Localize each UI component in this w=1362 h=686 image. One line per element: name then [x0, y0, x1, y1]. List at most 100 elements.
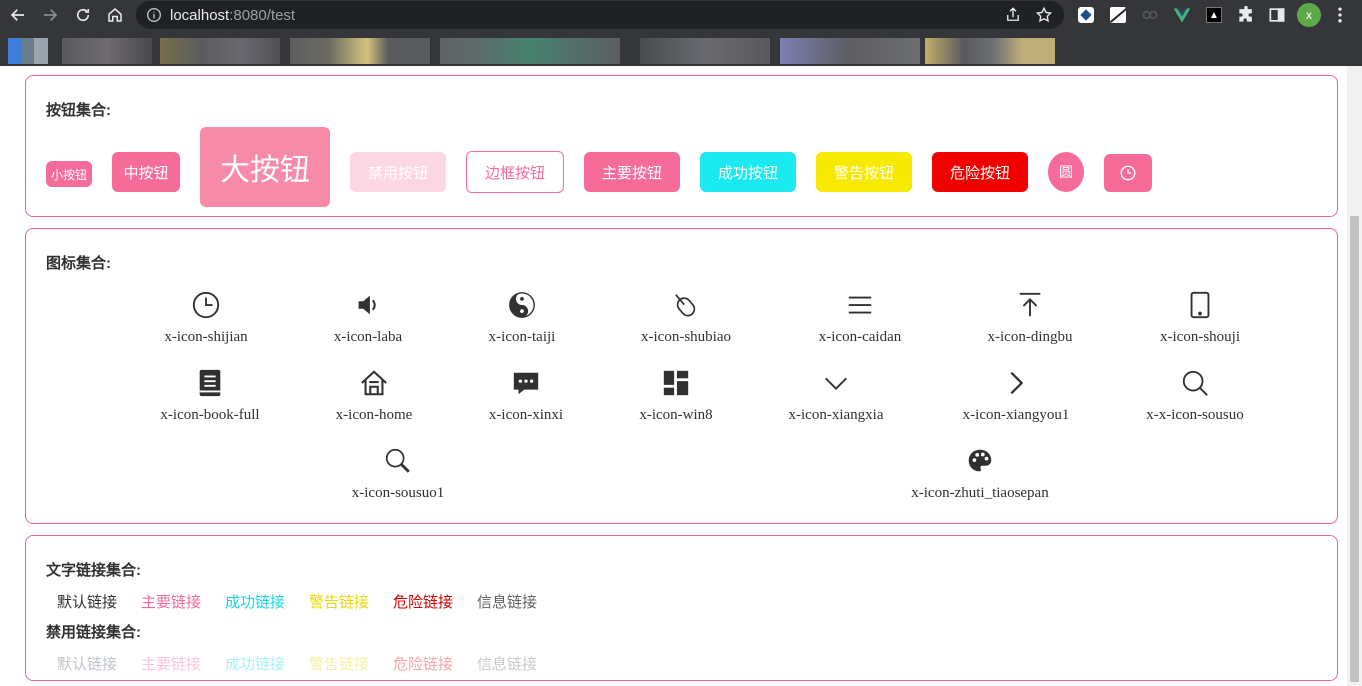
icon-label: x-icon-xiangxia: [788, 407, 884, 423]
phone-icon: [1184, 289, 1216, 321]
info-link-disabled: 信息链接: [477, 656, 538, 673]
extension-3-icon[interactable]: [1140, 5, 1160, 25]
bookmark-item[interactable]: [160, 38, 280, 64]
warning-link[interactable]: 警告链接: [309, 591, 369, 612]
round-button[interactable]: 圆: [1048, 152, 1084, 192]
browser-toolbar: localhost:8080/test ▲ x: [0, 0, 1362, 30]
icon-cell: x-icon-shubiao: [596, 289, 776, 353]
extension-1-icon[interactable]: [1076, 5, 1096, 25]
disabled-links-title: 禁用链接集合:: [46, 624, 141, 641]
icon-cell: x-icon-taiji: [432, 289, 612, 353]
bookmarks-bar: [0, 30, 1362, 66]
icon-button[interactable]: [1104, 154, 1152, 192]
windows-tiles-icon: [660, 367, 692, 399]
danger-link[interactable]: 危险链接: [393, 591, 453, 612]
large-button[interactable]: 大按钮: [200, 127, 330, 207]
vue-devtools-icon[interactable]: [1172, 5, 1192, 25]
scrollbar-thumb[interactable]: [1350, 216, 1359, 682]
extension-5-icon[interactable]: ▲: [1204, 5, 1224, 25]
icon-label: x-icon-taiji: [488, 329, 556, 345]
back-icon[interactable]: [8, 5, 28, 25]
default-link[interactable]: 默认链接: [57, 591, 117, 612]
medium-button[interactable]: 中按钮: [112, 152, 180, 192]
extensions-puzzle-icon[interactable]: [1236, 5, 1256, 25]
search-icon: [1179, 367, 1211, 399]
reload-icon[interactable]: [73, 5, 93, 25]
message-icon: [510, 367, 542, 399]
url-text[interactable]: localhost:8080/test: [170, 7, 295, 24]
page-scrollbar[interactable]: [1347, 66, 1362, 686]
icon-cell: x-icon-shouji: [1110, 289, 1290, 353]
address-bar[interactable]: localhost:8080/test: [136, 1, 1064, 29]
share-icon[interactable]: [1004, 6, 1022, 24]
clock-icon: [190, 289, 222, 321]
icon-cell: x-x-icon-sousuo: [1105, 367, 1285, 431]
search-alt-icon: [382, 445, 414, 477]
icon-label: x-icon-shijian: [164, 329, 248, 345]
icon-label: x-icon-zhuti_tiaosepan: [911, 485, 1049, 501]
icon-label: x-icon-sousuo1: [351, 485, 445, 501]
primary-link[interactable]: 主要链接: [141, 591, 201, 612]
icon-label: x-icon-laba: [333, 329, 403, 345]
links-section-title: 文字链接集合:: [46, 562, 141, 579]
icon-label: x-icon-dingbu: [987, 329, 1073, 345]
bookmark-item[interactable]: [62, 38, 152, 64]
mini-button[interactable]: 小按钮: [46, 161, 92, 187]
chevron-right-icon: [1000, 367, 1032, 399]
bookmark-star-icon[interactable]: [1035, 6, 1053, 24]
chevron-down-icon: [820, 367, 852, 399]
mouse-icon: [670, 289, 702, 321]
icon-label: x-icon-book-full: [160, 407, 260, 423]
icon-cell: x-icon-laba: [278, 289, 458, 353]
success-link[interactable]: 成功链接: [225, 591, 285, 612]
primary-link-disabled: 主要链接: [141, 656, 202, 673]
browser-chrome: localhost:8080/test ▲ x: [0, 0, 1362, 66]
extension-2-icon[interactable]: [1108, 5, 1128, 25]
bookmark-item[interactable]: [440, 38, 620, 64]
forward-icon[interactable]: [40, 5, 60, 25]
clock-icon: [1119, 164, 1137, 182]
warning-button[interactable]: 警告按钮: [816, 152, 912, 192]
bookmark-item[interactable]: [8, 38, 48, 64]
icon-cell: x-icon-xiangyou1: [926, 367, 1106, 431]
book-icon: [194, 367, 226, 399]
warning-link-disabled: 警告链接: [309, 656, 370, 673]
icon-cell: x-icon-shijian: [116, 289, 296, 353]
danger-button[interactable]: 危险按钮: [932, 152, 1028, 192]
home-nav-icon[interactable]: [105, 5, 125, 25]
icon-label: x-x-icon-sousuo: [1146, 407, 1244, 423]
to-top-icon: [1014, 289, 1046, 321]
site-info-icon[interactable]: [146, 7, 162, 23]
links-card: 文字链接集合: 默认链接 主要链接 成功链接 警告链接 危险链接 信息链接 禁用…: [25, 535, 1338, 681]
profile-avatar[interactable]: x: [1297, 3, 1321, 27]
default-link-disabled: 默认链接: [57, 656, 118, 673]
icon-label: x-icon-xiangyou1: [962, 407, 1070, 423]
bookmark-item[interactable]: [290, 38, 430, 64]
outline-button[interactable]: 边框按钮: [466, 151, 564, 193]
bookmark-item[interactable]: [925, 38, 1055, 64]
icon-cell: x-icon-dingbu: [940, 289, 1120, 353]
icons-section-title: 图标集合:: [46, 255, 111, 272]
info-link[interactable]: 信息链接: [477, 591, 537, 612]
icon-label: x-icon-caidan: [818, 329, 902, 345]
danger-link-disabled: 危险链接: [393, 656, 454, 673]
browser-menu-icon[interactable]: [1330, 5, 1350, 25]
icon-cell: x-icon-win8: [586, 367, 766, 431]
bookmark-item[interactable]: [780, 38, 920, 64]
bookmark-item[interactable]: [640, 38, 770, 64]
icon-cell: x-icon-zhuti_tiaosepan: [890, 445, 1070, 509]
side-panel-icon[interactable]: [1267, 5, 1287, 25]
icon-cell: x-icon-book-full: [120, 367, 300, 431]
yin-yang-icon: [506, 289, 538, 321]
buttons-card: 按钮集合: 小按钮 中按钮 大按钮 禁用按钮 边框按钮 主要按钮 成功按钮 警告…: [25, 75, 1338, 217]
icon-cell: x-icon-caidan: [770, 289, 950, 353]
page-viewport: 按钮集合: 小按钮 中按钮 大按钮 禁用按钮 边框按钮 主要按钮 成功按钮 警告…: [0, 66, 1362, 686]
icon-cell: x-icon-sousuo1: [308, 445, 488, 509]
primary-button[interactable]: 主要按钮: [584, 152, 680, 192]
buttons-section-title: 按钮集合:: [46, 102, 111, 119]
icon-label: x-icon-win8: [639, 407, 713, 423]
icons-card: 图标集合: x-icon-shijian x-icon-laba x-icon-…: [25, 228, 1338, 524]
success-button[interactable]: 成功按钮: [700, 152, 796, 192]
menu-icon: [844, 289, 876, 321]
home-icon: [358, 367, 390, 399]
